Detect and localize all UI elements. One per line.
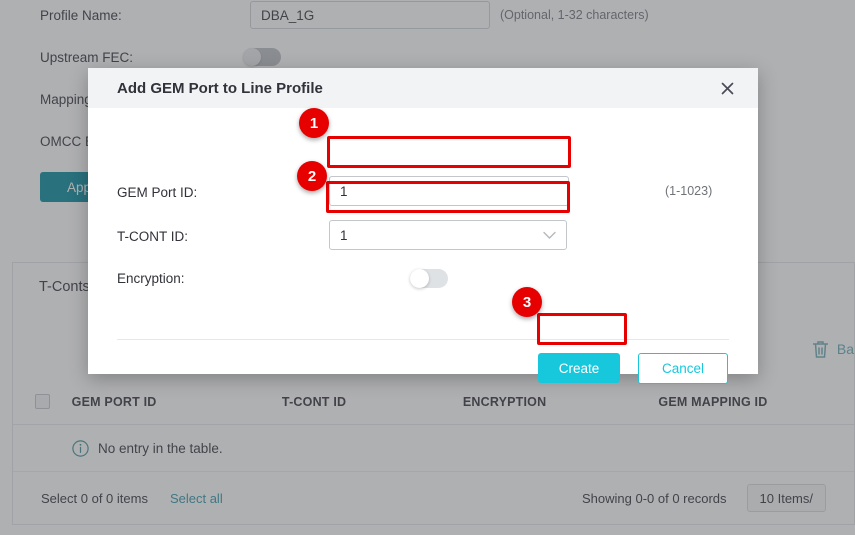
encryption-label: Encryption:	[117, 271, 317, 286]
encryption-toggle[interactable]	[410, 269, 448, 288]
gem-port-id-label: GEM Port ID:	[117, 185, 317, 200]
dialog-divider	[117, 339, 729, 340]
dialog-row-gem-port-id: GEM Port ID:	[117, 177, 317, 207]
t-cont-id-value: 1	[340, 228, 348, 243]
cancel-button[interactable]: Cancel	[638, 353, 728, 384]
dialog-body: GEM Port ID: 1 (1-1023) T-CONT ID: 1 Enc…	[88, 108, 758, 374]
chevron-down-icon	[543, 231, 556, 240]
encryption-toggle-knob	[410, 269, 429, 288]
gem-port-id-input[interactable]: 1	[329, 176, 569, 206]
dialog-row-t-cont-id: T-CONT ID:	[117, 221, 317, 251]
close-icon[interactable]	[716, 77, 738, 99]
t-cont-id-label: T-CONT ID:	[117, 229, 317, 244]
dialog-title: Add GEM Port to Line Profile	[117, 80, 323, 97]
gem-port-id-hint: (1-1023)	[665, 184, 712, 198]
t-cont-id-select[interactable]: 1	[329, 220, 567, 250]
dialog-header: Add GEM Port to Line Profile	[88, 68, 758, 108]
dialog-row-encryption: Encryption:	[117, 263, 317, 293]
add-gem-port-dialog: Add GEM Port to Line Profile GEM Port ID…	[88, 68, 758, 374]
gem-port-id-value: 1	[340, 184, 348, 199]
create-button[interactable]: Create	[538, 353, 620, 383]
